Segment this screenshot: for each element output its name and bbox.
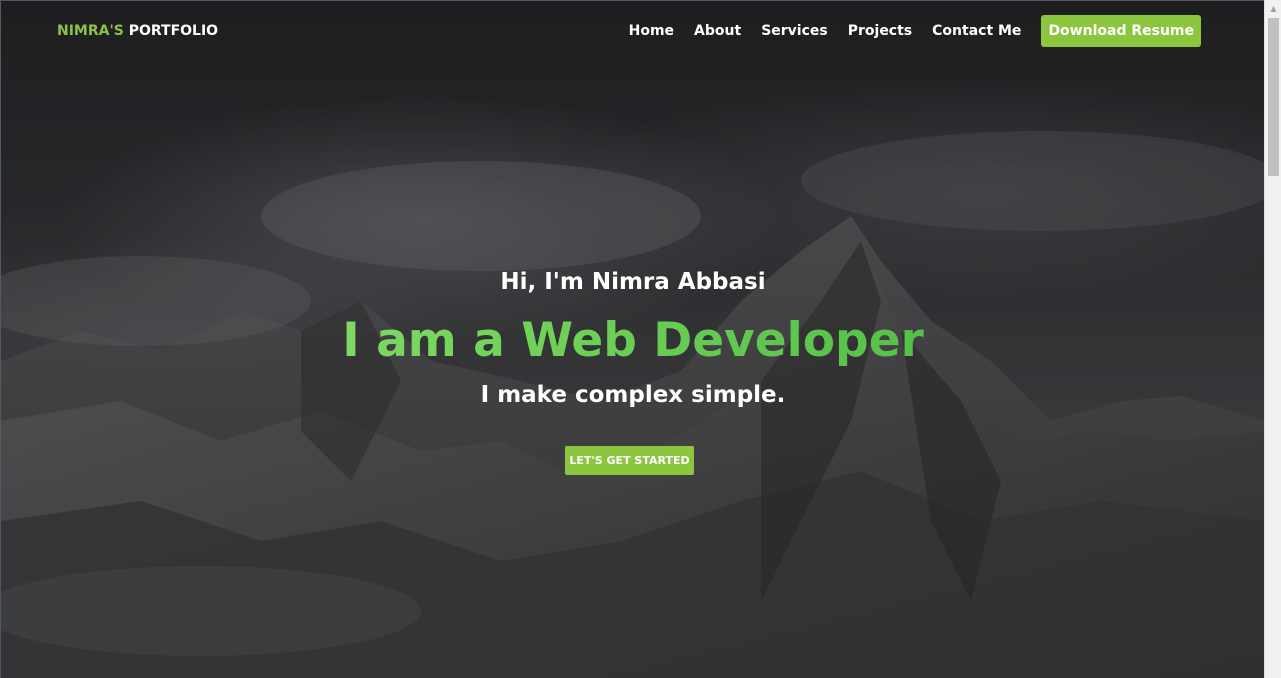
nav-services-link[interactable]: Services	[761, 23, 828, 39]
brand-text: PORTFOLIO	[128, 23, 219, 39]
get-started-button[interactable]: LET'S GET STARTED	[565, 446, 694, 475]
chevron-up-icon[interactable]: ▲	[1265, 0, 1281, 17]
nav-contact-link[interactable]: Contact Me	[932, 23, 1021, 39]
nav-home-link[interactable]: Home	[629, 23, 674, 39]
hero-greeting: Hi, I'm Nimra Abbasi	[500, 269, 766, 295]
nav-projects-link[interactable]: Projects	[848, 23, 912, 39]
brand-accent-text: NIMRA'S	[57, 23, 124, 39]
nav-about-link[interactable]: About	[694, 23, 741, 39]
scrollbar-thumb[interactable]	[1268, 18, 1279, 176]
navbar: NIMRA'S PORTFOLIO Home About Services Pr…	[1, 1, 1264, 63]
hero-headline: I am a Web Developer	[1, 313, 1264, 368]
download-resume-button[interactable]: Download Resume	[1041, 15, 1201, 47]
page-viewport: NIMRA'S PORTFOLIO Home About Services Pr…	[0, 0, 1264, 678]
vertical-scrollbar[interactable]: ▲	[1264, 0, 1281, 678]
hero-tagline: I make complex simple.	[480, 382, 786, 408]
brand-logo[interactable]: NIMRA'S PORTFOLIO	[57, 23, 218, 39]
nav-links: Home About Services Projects Contact Me …	[629, 15, 1201, 47]
